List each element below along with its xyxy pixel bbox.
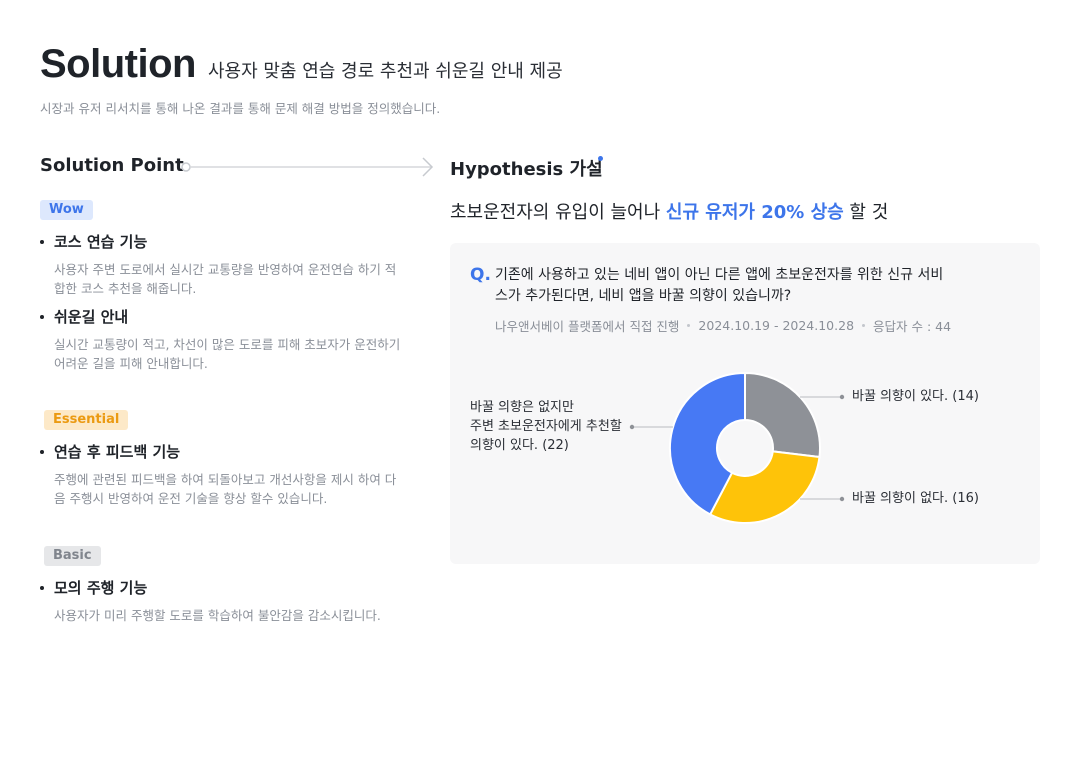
solution-item: 모의 주행 기능 사용자가 미리 주행할 도로를 학습하여 불안감을 감소시킵니…	[40, 577, 410, 625]
hypothesis-text-after: 할 것	[843, 202, 889, 223]
slice-yes	[744, 371, 821, 459]
data-label: 바꿀 의향이 있다. (14)	[852, 389, 979, 404]
solution-item-desc: 사용자가 미리 주행할 도로를 학습하여 불안감을 감소시킵니다.	[54, 608, 381, 623]
leader-dot	[839, 394, 845, 400]
page-title: Solution 사용자 맞춤 연습 경로 추천과 쉬운길 안내 제공	[40, 42, 563, 87]
bullet-icon	[40, 585, 44, 590]
title-subtitle: 사용자 맞춤 연습 경로 추천과 쉬운길 안내 제공	[207, 61, 563, 82]
solution-item-title: 코스 연습 기능	[54, 233, 148, 251]
hypothesis-text-before: 초보운전자의 유입이 늘어나	[450, 202, 666, 223]
bullet-icon	[40, 314, 44, 319]
survey-card: Q. 기존에 사용하고 있는 네비 앱이 아닌 다른 앱에 초보운전자를 위한 …	[450, 243, 1040, 564]
solution-item-desc: 사용자 주변 도로에서 실시간 교통량을 반영하여 운전연습 하기 적합한 코스…	[54, 262, 397, 296]
solution-item: 코스 연습 기능 사용자 주변 도로에서 실시간 교통량을 반영하여 운전연습 …	[40, 231, 410, 298]
solution-point-heading: Solution Point	[40, 155, 184, 176]
bullet-icon	[40, 239, 44, 244]
page-description: 시장과 유저 리서치를 통해 나온 결과를 통해 문제 해결 방법을 정의했습니…	[40, 101, 441, 116]
solution-item-title: 쉬운길 안내	[54, 308, 129, 326]
hypothesis-highlight: 신규 유저가 20% 상승	[665, 202, 844, 223]
arrow-connector-icon	[181, 157, 434, 177]
title-main: Solution	[40, 42, 196, 86]
tag-basic: Basic	[44, 546, 101, 566]
data-label: 바꿀 의향이 없다. (16)	[852, 491, 979, 506]
solution-item-desc: 주행에 관련된 피드백을 하여 되돌아보고 개선사항을 제시 하여 다음 주행시…	[54, 472, 397, 506]
leader-dot	[629, 424, 635, 430]
solution-item: 쉬운길 안내 실시간 교통량이 적고, 차선이 많은 도로를 피해 초보자가 운…	[40, 306, 410, 373]
solution-item-title: 연습 후 피드백 기능	[54, 443, 181, 461]
tag-essential: Essential	[44, 410, 129, 430]
hypothesis-heading: Hypothesis 가설	[450, 159, 603, 180]
solution-item-desc: 실시간 교통량이 적고, 차선이 많은 도로를 피해 초보자가 운전하기 어려운…	[54, 337, 401, 371]
hypothesis-statement: 초보운전자의 유입이 늘어나 신규 유저가 20% 상승 할 것	[450, 198, 888, 224]
solution-item-title: 모의 주행 기능	[54, 579, 148, 597]
slice-no	[708, 450, 821, 524]
bullet-icon	[40, 449, 44, 454]
solution-item: 연습 후 피드백 기능 주행에 관련된 피드백을 하여 되돌아보고 개선사항을 …	[40, 441, 410, 508]
leader-dot	[839, 496, 845, 502]
data-label: 바꿀 의향은 없지만 주변 초보운전자에게 추천할 의향이 있다. (22)	[470, 400, 622, 453]
tag-wow: Wow	[40, 200, 93, 220]
accent-dot-icon	[598, 156, 603, 161]
